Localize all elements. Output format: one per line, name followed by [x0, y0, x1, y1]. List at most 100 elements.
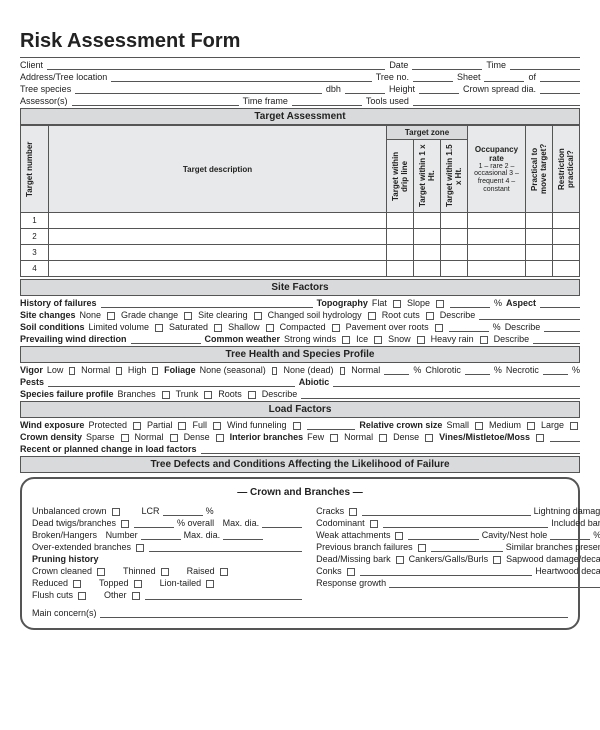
wind-field[interactable]: [131, 334, 201, 344]
table-row[interactable]: 3: [21, 245, 580, 261]
other-field[interactable]: [145, 590, 303, 600]
necrotic-field[interactable]: [543, 365, 568, 375]
hydro-checkbox[interactable]: [368, 312, 376, 320]
overext-field[interactable]: [149, 542, 302, 552]
clearing-checkbox[interactable]: [254, 312, 262, 320]
prevfail-field[interactable]: [431, 542, 503, 552]
overext-checkbox[interactable]: [136, 544, 144, 552]
weak-field[interactable]: [408, 530, 478, 540]
lion-checkbox[interactable]: [206, 580, 214, 588]
sparse-checkbox[interactable]: [121, 434, 129, 442]
of-field[interactable]: [540, 72, 580, 82]
int-normal-checkbox[interactable]: [379, 434, 387, 442]
crownclean-checkbox[interactable]: [97, 568, 105, 576]
speciesfail-desc-field[interactable]: [301, 389, 580, 399]
vines-checkbox[interactable]: [536, 434, 544, 442]
aspect-field[interactable]: [540, 298, 580, 308]
client-field[interactable]: [47, 60, 385, 70]
snow-checkbox[interactable]: [417, 336, 425, 344]
cavity-field[interactable]: [550, 530, 590, 540]
pave-checkbox[interactable]: [435, 324, 443, 332]
time-field[interactable]: [510, 60, 580, 70]
vines-field[interactable]: [550, 432, 580, 442]
cracks-field[interactable]: [362, 506, 531, 516]
dbh-field[interactable]: [345, 84, 385, 94]
ice-checkbox[interactable]: [374, 336, 382, 344]
shallow-checkbox[interactable]: [266, 324, 274, 332]
deadtwigs-dia-field[interactable]: [262, 518, 302, 528]
table-row[interactable]: 1: [21, 213, 580, 229]
abiotic-field[interactable]: [333, 377, 580, 387]
topped-checkbox[interactable]: [134, 580, 142, 588]
soil-pct-field[interactable]: [449, 322, 489, 332]
other-checkbox[interactable]: [132, 592, 140, 600]
foliage-none-dead-checkbox[interactable]: [340, 367, 346, 375]
spread-field[interactable]: [540, 84, 580, 94]
weak-checkbox[interactable]: [395, 532, 403, 540]
limvol-checkbox[interactable]: [155, 324, 163, 332]
fail-trunk-checkbox[interactable]: [204, 391, 212, 399]
partial-checkbox[interactable]: [178, 422, 186, 430]
sitechange-desc-field[interactable]: [479, 310, 580, 320]
mainconcern-field[interactable]: [100, 608, 568, 618]
tools-field[interactable]: [413, 96, 580, 106]
foliage-norm-field[interactable]: [384, 365, 409, 375]
vigor-high-checkbox[interactable]: [152, 367, 158, 375]
deadtwigs-checkbox[interactable]: [121, 520, 129, 528]
timeframe-field[interactable]: [292, 96, 362, 106]
slope-pct-field[interactable]: [450, 298, 490, 308]
int-dense-checkbox[interactable]: [425, 434, 433, 442]
unbal-checkbox[interactable]: [112, 508, 120, 516]
few-checkbox[interactable]: [330, 434, 338, 442]
deadtwigs-pct-field[interactable]: [134, 518, 174, 528]
deadmiss-checkbox[interactable]: [396, 556, 404, 564]
broken-dia-field[interactable]: [223, 530, 263, 540]
broken-num-field[interactable]: [141, 530, 181, 540]
fail-branches-checkbox[interactable]: [162, 391, 170, 399]
address-field[interactable]: [111, 72, 372, 82]
assessor-field[interactable]: [72, 96, 239, 106]
medium-checkbox[interactable]: [527, 422, 535, 430]
hist-fail-field[interactable]: [101, 298, 313, 308]
cracks-checkbox[interactable]: [349, 508, 357, 516]
raised-checkbox[interactable]: [220, 568, 228, 576]
small-checkbox[interactable]: [475, 422, 483, 430]
thinned-checkbox[interactable]: [161, 568, 169, 576]
rootcuts-checkbox[interactable]: [426, 312, 434, 320]
reduced-checkbox[interactable]: [73, 580, 81, 588]
vigor-low-checkbox[interactable]: [69, 367, 75, 375]
strong-checkbox[interactable]: [342, 336, 350, 344]
recent-field[interactable]: [201, 444, 580, 454]
prevfail-checkbox[interactable]: [418, 544, 426, 552]
none-checkbox[interactable]: [107, 312, 115, 320]
protected-checkbox[interactable]: [133, 422, 141, 430]
vigor-normal-checkbox[interactable]: [116, 367, 122, 375]
height-field[interactable]: [419, 84, 459, 94]
slope-checkbox[interactable]: [436, 300, 444, 308]
soil-desc-field[interactable]: [544, 322, 580, 332]
cankers-checkbox[interactable]: [493, 556, 501, 564]
lcr-field[interactable]: [163, 506, 203, 516]
pests-field[interactable]: [48, 377, 295, 387]
dense-checkbox[interactable]: [216, 434, 224, 442]
treeno-field[interactable]: [413, 72, 453, 82]
den-normal-checkbox[interactable]: [170, 434, 178, 442]
date-field[interactable]: [412, 60, 482, 70]
funnel-field[interactable]: [307, 420, 356, 430]
fail-roots-checkbox[interactable]: [248, 391, 256, 399]
flat-checkbox[interactable]: [393, 300, 401, 308]
table-row[interactable]: 2: [21, 229, 580, 245]
flush-checkbox[interactable]: [78, 592, 86, 600]
full-checkbox[interactable]: [213, 422, 221, 430]
conks-checkbox[interactable]: [347, 568, 355, 576]
chlorotic-field[interactable]: [465, 365, 490, 375]
heavy-checkbox[interactable]: [480, 336, 488, 344]
foliage-none-season-checkbox[interactable]: [272, 367, 278, 375]
codom-checkbox[interactable]: [370, 520, 378, 528]
table-row[interactable]: 4: [21, 261, 580, 277]
species-field[interactable]: [75, 84, 322, 94]
sat-checkbox[interactable]: [214, 324, 222, 332]
conks-field[interactable]: [360, 566, 533, 576]
grade-checkbox[interactable]: [184, 312, 192, 320]
large-checkbox[interactable]: [570, 422, 578, 430]
